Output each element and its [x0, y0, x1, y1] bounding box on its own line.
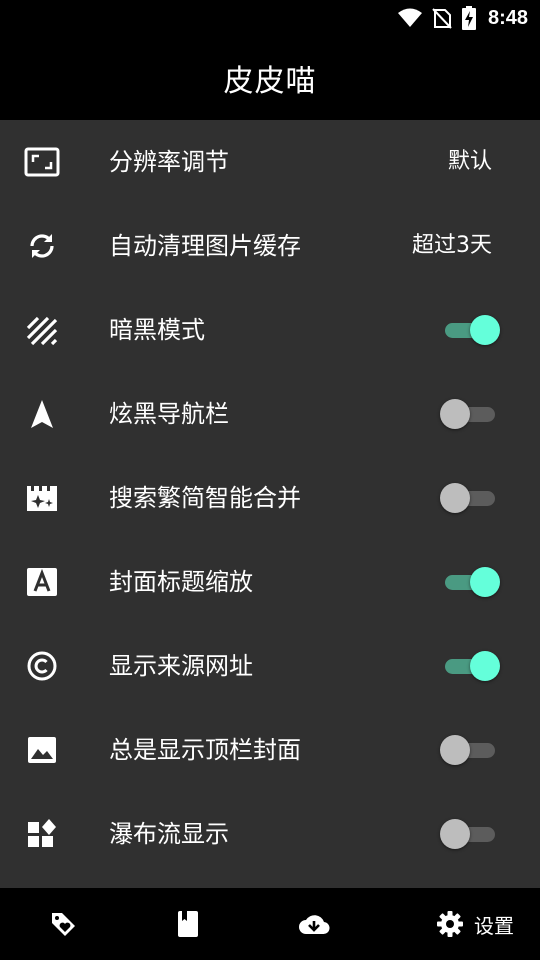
battery-charging-icon	[461, 6, 476, 30]
switch-thumb	[440, 483, 470, 513]
search-merge-switch[interactable]	[440, 483, 500, 513]
setting-label: 封面标题缩放	[109, 568, 253, 596]
nav-downloads[interactable]	[279, 888, 349, 960]
sync-icon	[24, 230, 60, 262]
setting-label: 炫黑导航栏	[109, 400, 229, 428]
setting-value: 默认	[447, 149, 492, 174]
switch-thumb	[440, 399, 470, 429]
setting-label: 自动清理图片缓存	[109, 232, 301, 260]
app-bar: 皮皮喵	[0, 36, 540, 120]
switch-thumb	[470, 315, 500, 345]
cloud-download-icon	[298, 912, 330, 936]
setting-search-merge[interactable]: 搜索繁简智能合并	[0, 456, 540, 540]
setting-label: 总是显示顶栏封面	[109, 736, 301, 764]
font-icon	[24, 566, 60, 598]
nav-library[interactable]	[153, 888, 223, 960]
status-icons: 8:48	[397, 4, 528, 32]
nav-tags[interactable]	[28, 888, 98, 960]
nav-settings-label: 设置	[474, 913, 514, 938]
texture-icon	[24, 314, 60, 346]
setting-resolution[interactable]: 分辨率调节 默认	[0, 120, 540, 204]
no-sim-icon	[432, 7, 452, 29]
bottom-navigation: 设置	[0, 888, 540, 960]
setting-label: 分辨率调节	[109, 148, 229, 176]
switch-thumb	[470, 567, 500, 597]
navigation-arrow-icon	[24, 398, 60, 430]
waterfall-layout-switch[interactable]	[440, 819, 500, 849]
setting-dark-mode[interactable]: 暗黑模式	[0, 288, 540, 372]
switch-thumb	[470, 651, 500, 681]
always-show-cover-switch[interactable]	[440, 735, 500, 765]
book-icon	[176, 910, 200, 938]
setting-black-navbar[interactable]: 炫黑导航栏	[0, 372, 540, 456]
black-navbar-switch[interactable]	[440, 399, 500, 429]
setting-show-source-url[interactable]: 显示来源网址	[0, 624, 540, 708]
setting-label: 暗黑模式	[109, 316, 205, 344]
image-icon	[24, 734, 60, 766]
setting-label: 瀑布流显示	[109, 820, 229, 848]
settings-list: 分辨率调节 默认 自动清理图片缓存 超过3天 暗黑模式 炫黑导航栏 搜索繁简智能…	[0, 120, 540, 876]
nav-settings[interactable]: 设置	[420, 888, 530, 960]
status-bar: 8:48	[0, 0, 540, 36]
cover-title-scale-switch[interactable]	[440, 567, 500, 597]
gear-icon	[436, 910, 464, 938]
setting-label: 显示来源网址	[109, 652, 253, 680]
tag-heart-icon	[49, 910, 77, 938]
show-source-url-switch[interactable]	[440, 651, 500, 681]
switch-thumb	[440, 735, 470, 765]
dark-mode-switch[interactable]	[440, 315, 500, 345]
movie-filter-icon	[24, 482, 60, 514]
page-title: 皮皮喵	[223, 64, 317, 99]
status-time: 8:48	[487, 6, 528, 29]
aspect-ratio-icon	[24, 146, 60, 178]
copyright-icon	[24, 650, 60, 682]
setting-label: 搜索繁简智能合并	[109, 484, 301, 512]
setting-value: 超过3天	[412, 233, 492, 258]
widgets-icon	[24, 818, 60, 850]
setting-waterfall-layout[interactable]: 瀑布流显示	[0, 792, 540, 876]
setting-cover-title-scale[interactable]: 封面标题缩放	[0, 540, 540, 624]
wifi-icon	[397, 8, 422, 28]
setting-always-show-cover[interactable]: 总是显示顶栏封面	[0, 708, 540, 792]
setting-auto-clear-cache[interactable]: 自动清理图片缓存 超过3天	[0, 204, 540, 288]
switch-thumb	[440, 819, 470, 849]
